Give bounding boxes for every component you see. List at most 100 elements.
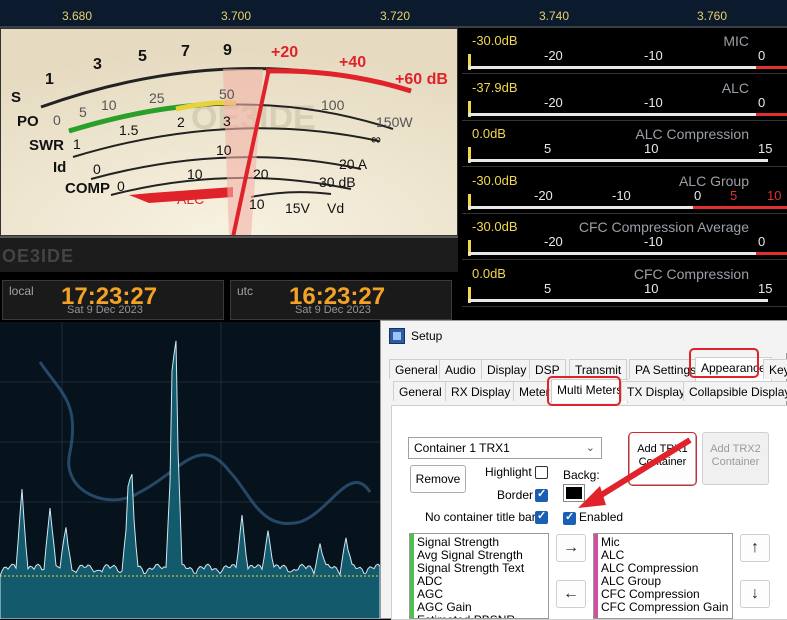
remove-button[interactable]: Remove bbox=[410, 465, 466, 493]
meter-value: -30.0dB bbox=[472, 33, 518, 48]
container-select[interactable]: Container 1 TRX1 ⌄ bbox=[408, 437, 602, 459]
available-meters-list[interactable]: Signal Strength Avg Signal Strength Signal… bbox=[409, 533, 549, 619]
subtab-rx-display[interactable]: RX Display bbox=[445, 381, 517, 401]
tab-display[interactable]: Display bbox=[481, 359, 533, 379]
arrow-down-icon: ↓ bbox=[751, 585, 759, 602]
freq-label: 3.700 bbox=[221, 9, 252, 23]
tab-general[interactable]: General bbox=[389, 359, 444, 379]
s-scale-title: S bbox=[11, 89, 21, 106]
meter-scale-label: 10 bbox=[767, 187, 782, 203]
meter-scale-red-zone bbox=[693, 205, 787, 209]
list-item[interactable]: Signal Strength Text bbox=[417, 561, 524, 575]
s-scale-label: 9 bbox=[223, 42, 232, 59]
list-item[interactable]: Mic bbox=[601, 535, 620, 549]
swr-scale-title: SWR bbox=[29, 137, 64, 154]
po-scale-label: 25 bbox=[149, 90, 165, 106]
meter-scale-label: 0 bbox=[758, 48, 766, 63]
list-item[interactable]: CFC Compression bbox=[601, 587, 700, 601]
list-item[interactable]: ALC Compression bbox=[601, 561, 698, 575]
border-checkbox[interactable] bbox=[535, 487, 548, 502]
utc-clock-date: Sat 9 Dec 2023 bbox=[295, 304, 371, 316]
freq-label: 3.760 bbox=[697, 9, 728, 23]
meter-scale-line bbox=[468, 159, 768, 162]
meter-scale-red-zone bbox=[756, 252, 787, 255]
meter-scale-label: 10 bbox=[644, 280, 659, 296]
list-item[interactable]: Estimated PBSNR bbox=[417, 613, 515, 618]
list-item[interactable]: Avg Signal Strength bbox=[417, 548, 523, 562]
list-item[interactable]: ALC Group bbox=[601, 574, 661, 588]
highlight-checkbox[interactable] bbox=[535, 466, 548, 479]
add-meter-button[interactable]: → bbox=[556, 534, 586, 562]
meter-scale-label: 0 bbox=[694, 187, 702, 203]
no-title-bar-label: No container title bar bbox=[425, 510, 536, 524]
local-clock: local 17:23:27 Sat 9 Dec 2023 bbox=[2, 280, 224, 320]
vd-scale-label: 10 bbox=[249, 196, 265, 212]
list-item[interactable]: AGC bbox=[417, 587, 443, 601]
container-select-value: Container 1 TRX1 bbox=[414, 441, 510, 455]
utc-clock-label: utc bbox=[237, 284, 254, 298]
background-color-swatch[interactable] bbox=[563, 484, 585, 502]
s-scale-label: 7 bbox=[181, 43, 190, 60]
meter-name: ALC bbox=[721, 79, 749, 96]
s-scale-label: 3 bbox=[93, 56, 102, 73]
list-item[interactable]: ADC bbox=[417, 574, 442, 588]
subtab-general[interactable]: General bbox=[393, 381, 448, 401]
add-trx2-container-button[interactable]: Add TRX2 Container bbox=[702, 432, 769, 485]
meter-scale-label: 0 bbox=[758, 94, 766, 110]
frequency-scale-bar[interactable]: 3.680 3.700 3.720 3.740 3.760 bbox=[0, 0, 787, 28]
meter-scale-line bbox=[468, 298, 768, 302]
meter-scale-label: -10 bbox=[612, 187, 631, 203]
meter-scale-line bbox=[468, 112, 756, 116]
meter-name: ALC Group bbox=[678, 172, 749, 189]
s-scale-label: 1 bbox=[45, 71, 54, 88]
po-scale-label: 5 bbox=[79, 104, 87, 120]
multi-meter-container: -30.0dB MIC -20 -10 0 -37.9dB ALC -20 -10 0 0.0dB A… bbox=[462, 28, 787, 320]
po-scale-label: 10 bbox=[101, 97, 117, 113]
s-scale-label: 5 bbox=[138, 48, 147, 65]
comp-scale-label: 30 dB bbox=[319, 174, 356, 190]
add-trx1-highlight bbox=[628, 432, 697, 486]
swr-scale-label: 1.5 bbox=[119, 122, 139, 138]
list-item[interactable]: AGC Gain bbox=[417, 600, 472, 614]
brand-label: OE3IDE bbox=[2, 246, 75, 266]
bar-meter: -30.0dB MIC -20 -10 0 bbox=[462, 28, 787, 74]
dialog-title: Setup bbox=[411, 329, 443, 343]
selected-meters-list[interactable]: Mic ALC ALC Compression ALC Group CFC Compre… bbox=[593, 533, 733, 619]
s-scale-label: +60 dB bbox=[395, 71, 448, 88]
freq-label: 3.680 bbox=[62, 9, 93, 23]
meter-scale-label: 5 bbox=[730, 187, 738, 203]
list-item[interactable]: Signal Strength bbox=[417, 535, 499, 549]
meter-scale-label: 10 bbox=[644, 141, 659, 156]
meter-scale-label: -10 bbox=[644, 48, 663, 63]
analog-meter-face: OE3IDE ALC S PO SWR Id COMP 1 3 5 7 bbox=[1, 29, 457, 235]
meter-name: ALC Compression bbox=[635, 126, 749, 142]
tab-keyboard[interactable]: Keyb bbox=[763, 359, 787, 379]
po-scale-label: 100 bbox=[321, 97, 345, 113]
swr-scale-label: 3 bbox=[223, 113, 231, 129]
spectrum-panadapter[interactable] bbox=[0, 322, 380, 619]
no-title-bar-checkbox[interactable] bbox=[535, 509, 548, 524]
tab-audio[interactable]: Audio bbox=[439, 359, 482, 379]
bar-meter: -30.0dB CFC Compression Average -20 -10 0 bbox=[462, 214, 787, 260]
meter-scale-label: -10 bbox=[644, 94, 663, 110]
list-item[interactable]: ALC bbox=[601, 548, 624, 562]
meter-scale-label: 5 bbox=[544, 141, 552, 156]
meter-scale-red-zone bbox=[756, 66, 787, 69]
background-label: Backg: bbox=[563, 468, 600, 482]
subtab-collapsible-display[interactable]: Collapsible Display bbox=[683, 381, 787, 401]
chevron-down-icon: ⌄ bbox=[585, 442, 595, 454]
freq-label: 3.740 bbox=[539, 9, 570, 23]
arrow-up-icon: ↑ bbox=[751, 539, 759, 556]
id-scale-label: 20 A bbox=[339, 156, 368, 172]
move-up-button[interactable]: ↑ bbox=[740, 534, 770, 562]
move-down-button[interactable]: ↓ bbox=[740, 580, 770, 608]
meter-scale-label: 0 bbox=[758, 234, 766, 249]
po-scale-label: 0 bbox=[53, 112, 61, 128]
enabled-label: Enabled bbox=[579, 510, 624, 524]
list-stripe bbox=[410, 534, 414, 618]
list-item[interactable]: CFC Compression Gain bbox=[601, 600, 728, 614]
po-scale-title: PO bbox=[17, 113, 39, 130]
remove-meter-button[interactable]: ← bbox=[556, 580, 586, 608]
enabled-checkbox[interactable] bbox=[563, 510, 576, 525]
subtab-tx-display[interactable]: TX Display bbox=[621, 381, 692, 401]
